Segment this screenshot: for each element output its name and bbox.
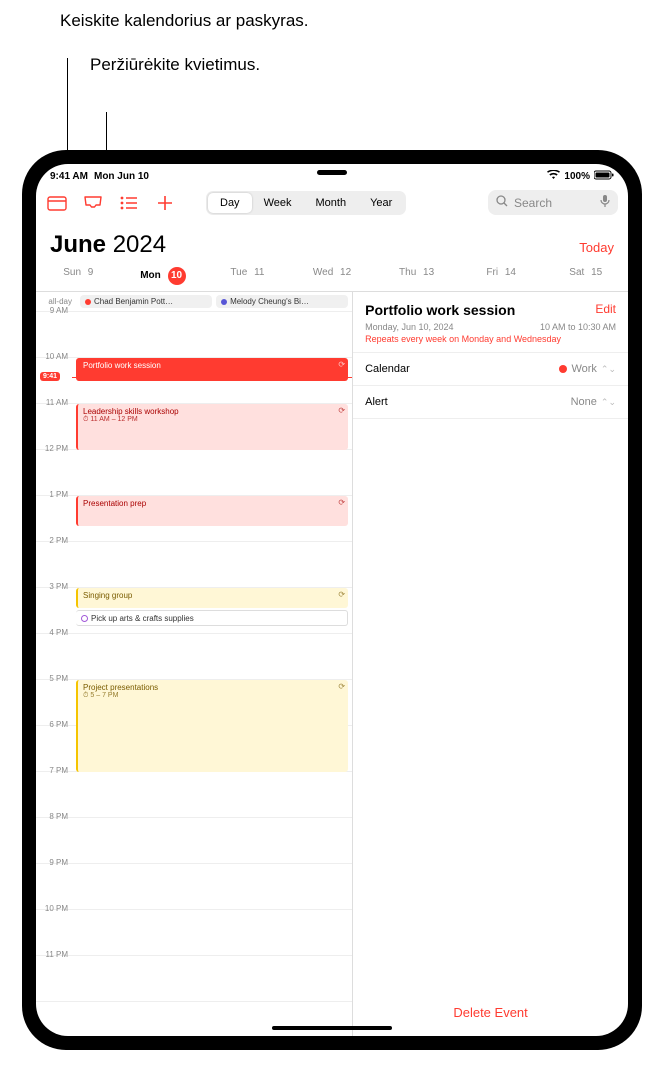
today-button[interactable]: Today	[579, 240, 614, 255]
weekday-fri[interactable]: Fri 14	[459, 267, 544, 285]
segment-week[interactable]: Week	[252, 193, 304, 213]
multitask-indicator	[317, 170, 347, 175]
hour-label: 11 PM	[36, 950, 72, 959]
event-title: Portfolio work session	[83, 361, 161, 370]
status-date: Mon Jun 10	[94, 171, 149, 182]
detail-date: Monday, Jun 10, 2024	[365, 322, 453, 332]
view-segment[interactable]: Day Week Month Year	[206, 191, 406, 215]
hour-label: 1 PM	[36, 490, 72, 499]
sync-icon: ⟳	[338, 498, 345, 507]
page-title: June 2024	[50, 231, 166, 259]
callout-invites: Peržiūrėkite kvietimus.	[90, 54, 309, 76]
battery-icon	[594, 170, 614, 183]
chevron-icon: ⌃⌄	[601, 364, 616, 375]
row-value: Work	[571, 363, 596, 375]
search-placeholder: Search	[514, 196, 552, 210]
row-label: Calendar	[365, 363, 410, 375]
hour-label: 11 AM	[36, 398, 72, 407]
hour-label: 9 PM	[36, 858, 72, 867]
dot-icon	[559, 365, 567, 373]
hour-label: 9 AM	[36, 306, 72, 315]
hour-label: 8 PM	[36, 812, 72, 821]
detail-repeat: Repeats every week on Monday and Wednesd…	[365, 334, 616, 344]
row-label: Alert	[365, 396, 388, 408]
segment-year[interactable]: Year	[358, 193, 404, 213]
clock-icon: ⏱	[83, 416, 88, 423]
edit-button[interactable]: Edit	[595, 302, 616, 316]
wifi-icon	[547, 170, 560, 183]
event-leadership[interactable]: Leadership skills workshop ⏱ 11 AM – 12 …	[76, 404, 348, 450]
sync-icon: ⟳	[338, 360, 345, 369]
add-icon[interactable]	[154, 194, 176, 212]
search-icon	[496, 195, 508, 210]
event-portfolio[interactable]: Portfolio work session ⟳	[76, 358, 348, 381]
hour-label: 5 PM	[36, 674, 72, 683]
dot-icon	[81, 615, 88, 622]
sync-icon: ⟳	[338, 590, 345, 599]
list-icon[interactable]	[118, 194, 140, 212]
event-project-presentations[interactable]: Project presentations ⏱ 5 – 7 PM ⟳	[76, 680, 348, 772]
weekday-thu[interactable]: Thu 13	[374, 267, 459, 285]
segment-month[interactable]: Month	[303, 193, 358, 213]
hour-grid: 9:41 9 AM 10 AM 11 AM 12 PM 1 PM 2 PM 3 …	[36, 312, 352, 1036]
event-detail-pane: Portfolio work session Edit Monday, Jun …	[353, 292, 628, 1036]
day-schedule[interactable]: all-day Chad Benjamin Pott… Melody Cheun…	[36, 292, 353, 1036]
weekday-mon[interactable]: Mon 10	[121, 267, 206, 285]
segment-day[interactable]: Day	[208, 193, 252, 213]
hour-label: 6 PM	[36, 720, 72, 729]
callout-calendars: Keiskite kalendorius ar paskyras.	[60, 10, 309, 32]
event-time: 5 – 7 PM	[90, 692, 118, 699]
toolbar: Day Week Month Year Search	[36, 184, 628, 221]
event-presentation-prep[interactable]: Presentation prep ⟳	[76, 496, 348, 526]
event-title: Singing group	[83, 591, 132, 600]
battery-percent: 100%	[564, 171, 590, 182]
row-alert[interactable]: Alert None ⌃⌄	[353, 386, 628, 419]
hour-label: 3 PM	[36, 582, 72, 591]
event-title: Project presentations	[83, 683, 343, 692]
allday-label: all-day	[40, 297, 76, 306]
delete-event-button[interactable]: Delete Event	[353, 989, 628, 1036]
screen: 9:41 AM Mon Jun 10 100%	[36, 164, 628, 1036]
week-day-row: Sun 9 Mon 10 Tue 11 Wed 12 Thu 13 Fri 14…	[36, 263, 628, 292]
event-singing[interactable]: Singing group ⟳	[76, 588, 348, 608]
status-time: 9:41 AM	[50, 171, 88, 182]
chevron-icon: ⌃⌄	[601, 397, 616, 408]
event-title: Pick up arts & crafts supplies	[91, 614, 194, 623]
content-area: all-day Chad Benjamin Pott… Melody Cheun…	[36, 292, 628, 1036]
clock-icon: ⏱	[83, 692, 88, 699]
detail-header: Portfolio work session Edit Monday, Jun …	[353, 292, 628, 353]
search-input[interactable]: Search	[488, 190, 618, 215]
inbox-icon[interactable]	[82, 194, 104, 212]
sync-icon: ⟳	[338, 406, 345, 415]
detail-time: 10 AM to 10:30 AM	[540, 322, 616, 332]
hour-label: 12 PM	[36, 444, 72, 453]
weekday-sun[interactable]: Sun 9	[36, 267, 121, 285]
month-header: June 2024 Today	[36, 221, 628, 263]
weekday-sat[interactable]: Sat 15	[543, 267, 628, 285]
ipad-frame: 9:41 AM Mon Jun 10 100%	[22, 150, 642, 1050]
weekday-tue[interactable]: Tue 11	[205, 267, 290, 285]
home-indicator[interactable]	[272, 1026, 392, 1030]
event-title: Leadership skills workshop	[83, 407, 343, 416]
weekday-wed[interactable]: Wed 12	[290, 267, 375, 285]
sync-icon: ⟳	[338, 682, 345, 691]
detail-title: Portfolio work session	[365, 302, 587, 318]
allday-event-1[interactable]: Chad Benjamin Pott…	[80, 295, 212, 308]
hour-label: 10 PM	[36, 904, 72, 913]
hour-label: 4 PM	[36, 628, 72, 637]
row-calendar[interactable]: Calendar Work ⌃⌄	[353, 353, 628, 386]
allday-event-2[interactable]: Melody Cheung's Bi…	[216, 295, 348, 308]
hour-label: 10 AM	[36, 352, 72, 361]
event-pickup[interactable]: Pick up arts & crafts supplies	[76, 610, 348, 626]
hour-label: 2 PM	[36, 536, 72, 545]
calendars-icon[interactable]	[46, 194, 68, 212]
allday-row: all-day Chad Benjamin Pott… Melody Cheun…	[36, 292, 352, 312]
event-title: Presentation prep	[83, 499, 146, 508]
event-time: 11 AM – 12 PM	[90, 416, 137, 423]
mic-icon[interactable]	[600, 194, 610, 211]
row-value: None	[571, 396, 597, 408]
hour-label: 7 PM	[36, 766, 72, 775]
